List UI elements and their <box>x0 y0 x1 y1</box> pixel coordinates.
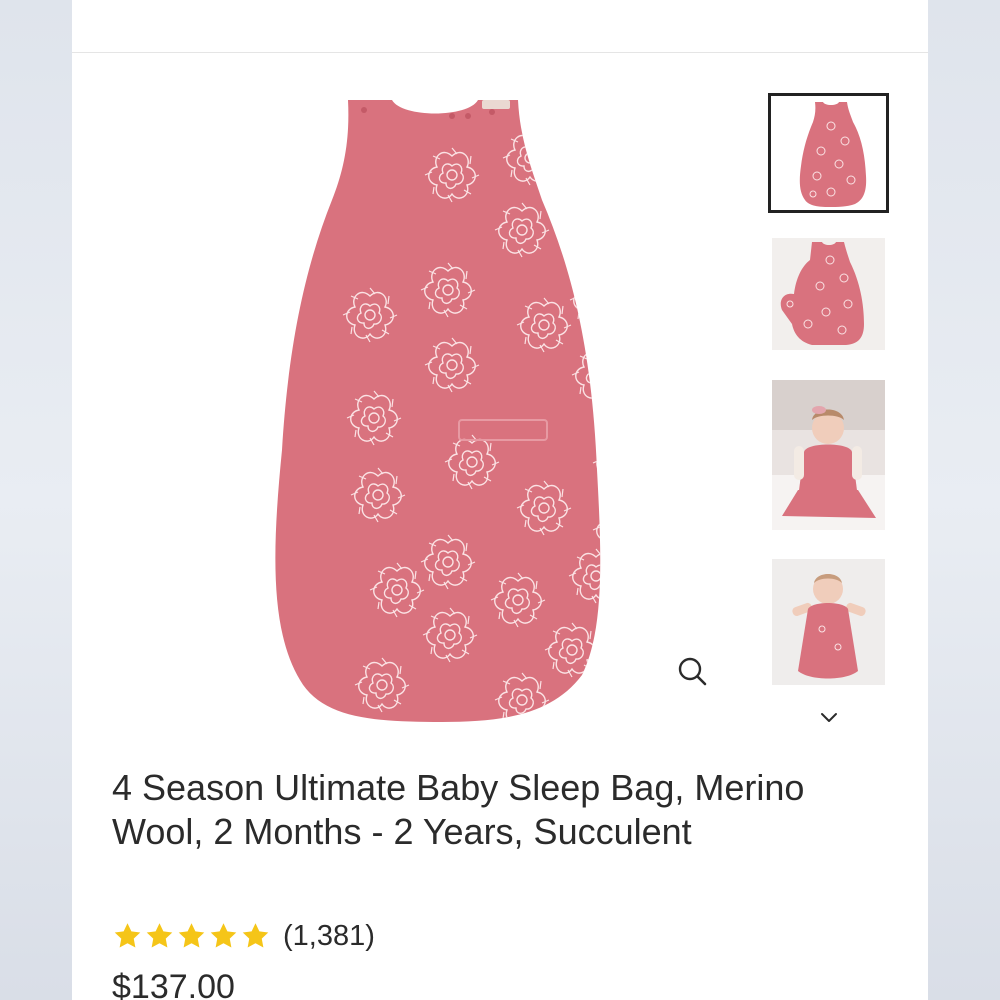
star-icon <box>178 923 205 948</box>
magnifier-icon <box>678 657 707 686</box>
main-product-image[interactable] <box>252 90 632 730</box>
thumbnail-sleep-bag-unzipped[interactable] <box>772 238 885 350</box>
star-icon <box>210 923 237 948</box>
thumbnail-sleep-bag-front[interactable] <box>768 93 889 213</box>
star-icon <box>146 923 173 948</box>
product-rating[interactable]: (1,381) <box>112 918 375 954</box>
review-count[interactable]: (1,381) <box>283 920 375 953</box>
thumbnails-more-button[interactable] <box>817 706 841 730</box>
product-price: $137.00 <box>112 968 235 1000</box>
product-page: 4 Season Ultimate Baby Sleep Bag, Merino… <box>72 0 928 1000</box>
star-icon <box>114 923 141 948</box>
zoom-button[interactable] <box>672 652 712 692</box>
thumbnail-baby-lying-in-sleep-bag[interactable] <box>772 559 885 685</box>
chevron-down-icon <box>821 713 837 722</box>
top-bar <box>72 0 928 53</box>
product-title: 4 Season Ultimate Baby Sleep Bag, Merino… <box>112 767 805 852</box>
rating-stars <box>112 921 271 951</box>
thumbnail-baby-sitting-in-sleep-bag[interactable] <box>772 380 885 530</box>
star-icon <box>242 923 269 948</box>
